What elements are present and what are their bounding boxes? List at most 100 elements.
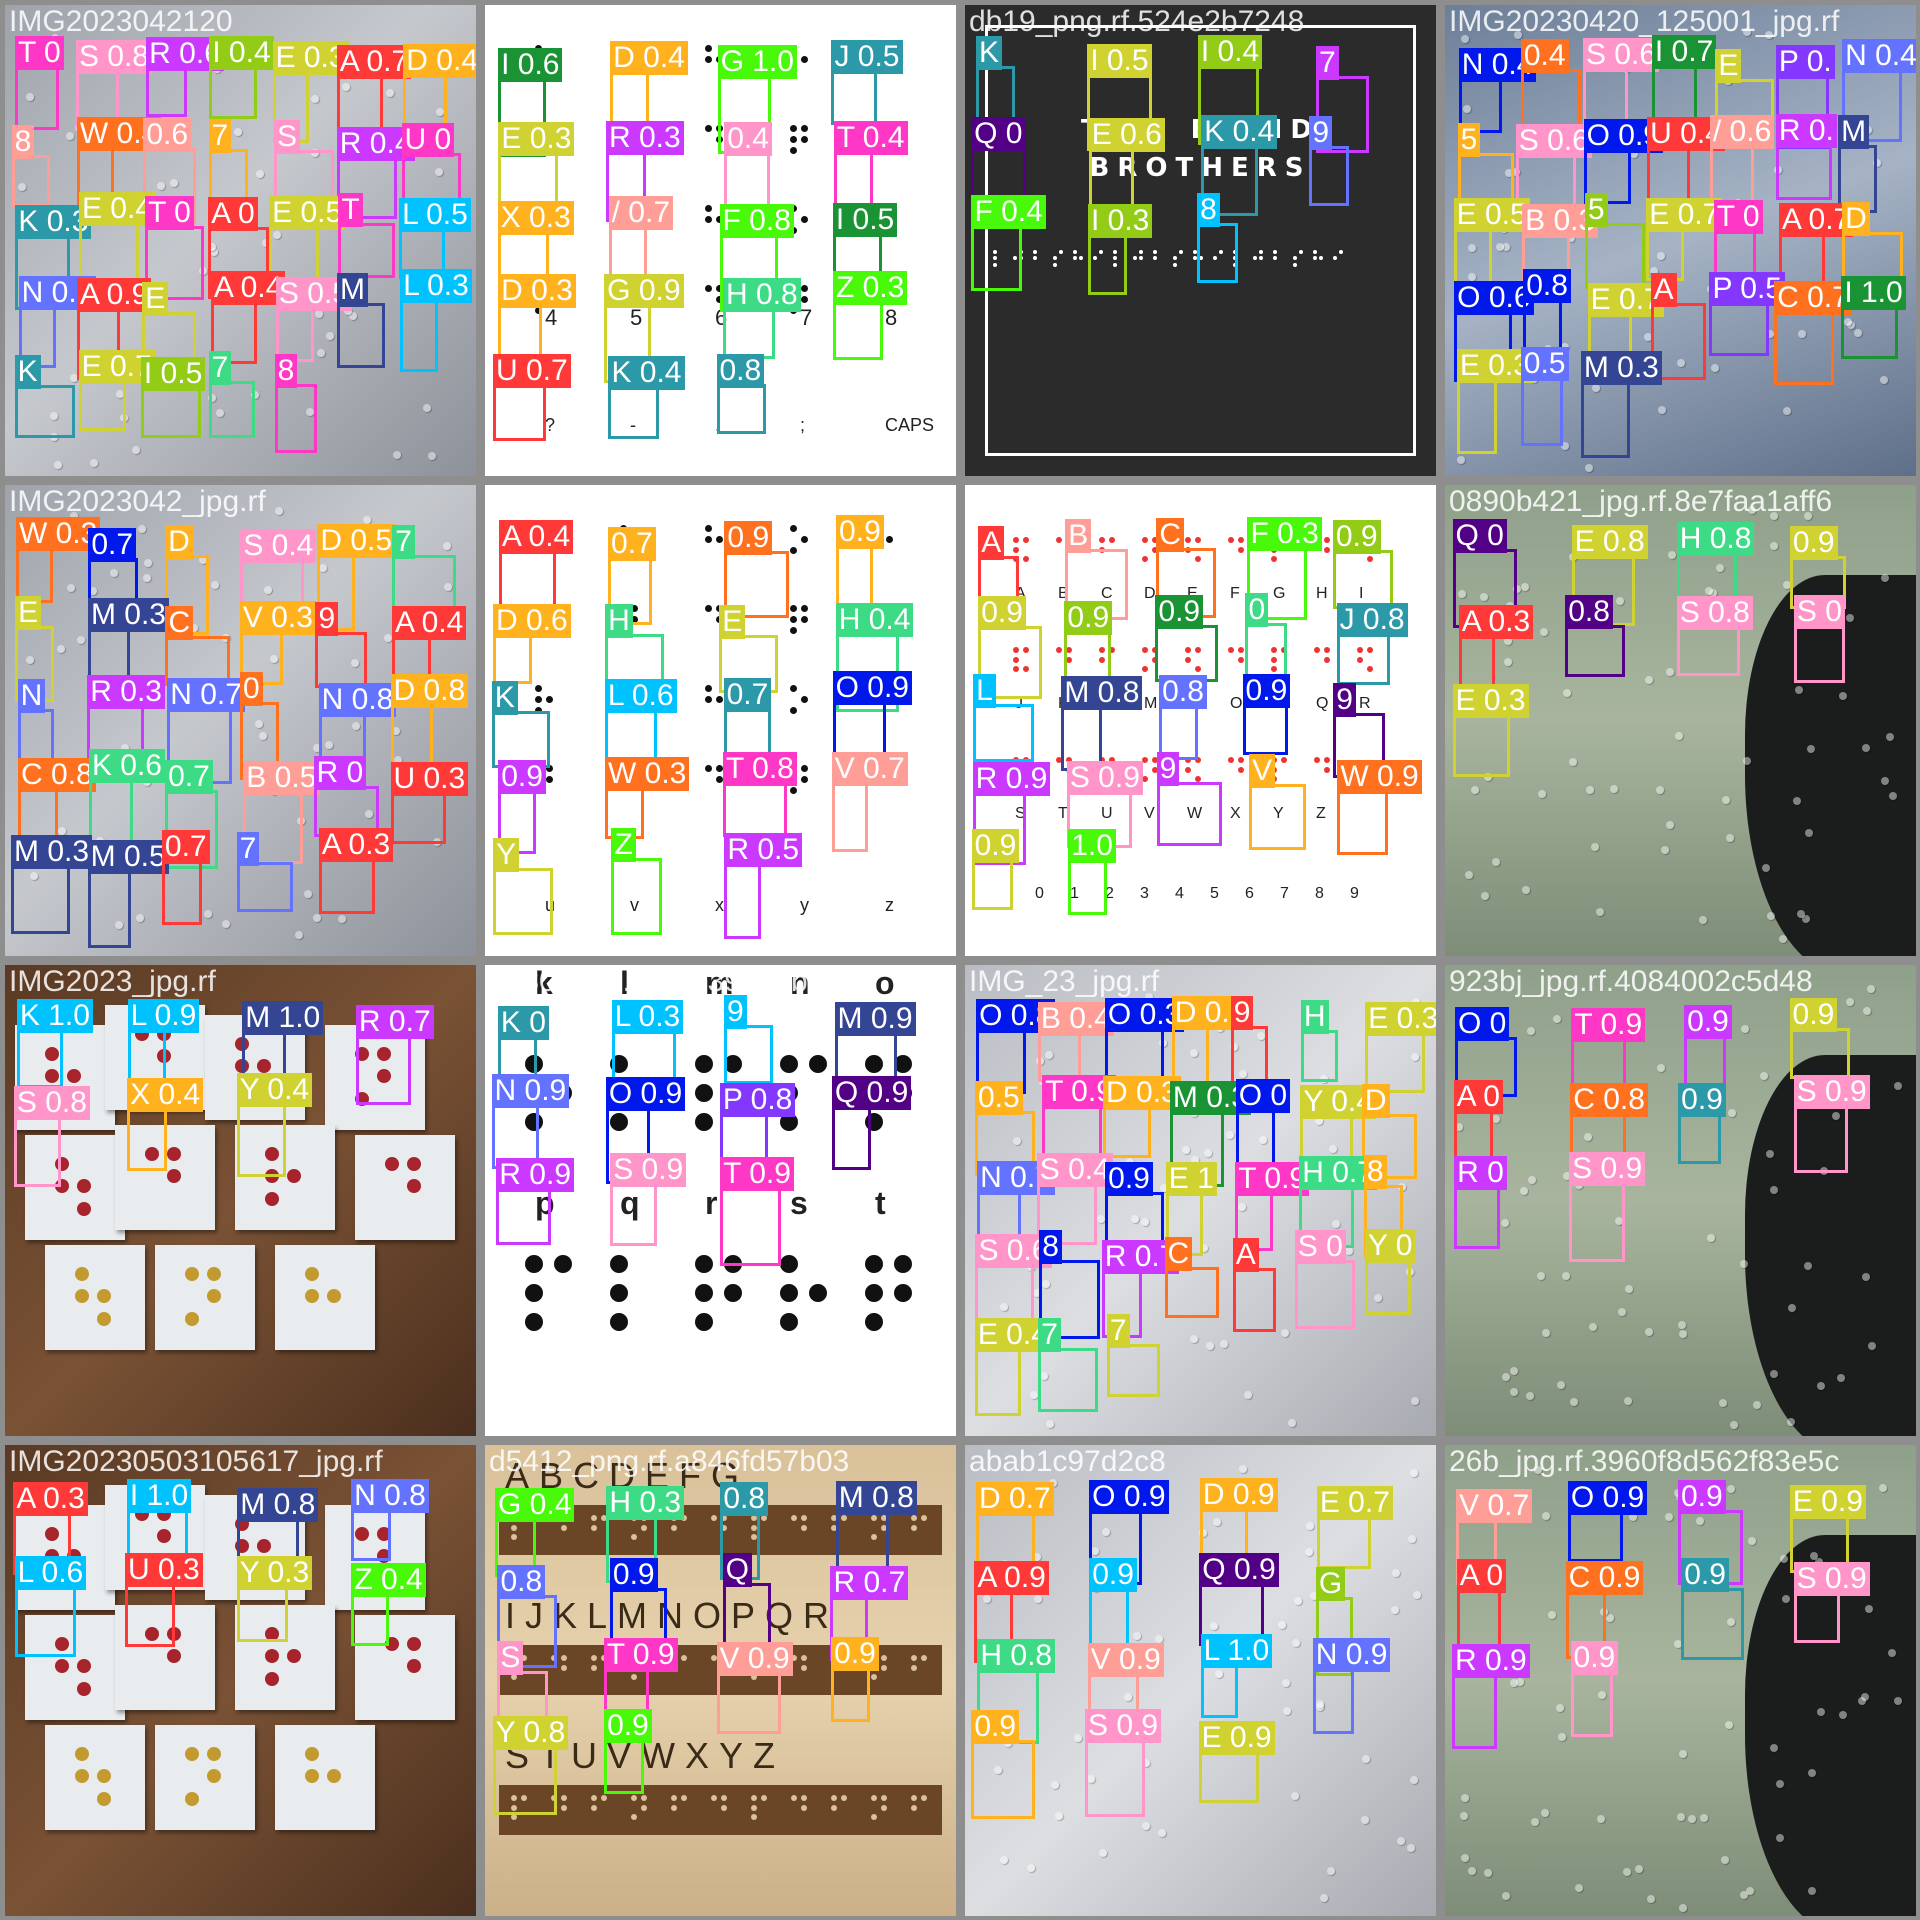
detection-label: A 0.9 xyxy=(974,1561,1049,1596)
detection-box xyxy=(87,870,131,948)
braille-dot xyxy=(1056,647,1062,653)
detection-box xyxy=(971,1739,1035,1820)
detection-label: L 0.9 xyxy=(127,999,200,1034)
braille-bump xyxy=(1807,1887,1816,1896)
detection-box xyxy=(78,380,127,432)
braille-bump xyxy=(1765,1149,1774,1158)
braille-bump xyxy=(310,94,319,103)
braille-dot xyxy=(75,1747,89,1761)
detection-label: T 0.9 xyxy=(720,1156,794,1191)
braille-bump xyxy=(1277,1620,1286,1629)
detection-label: O 0 xyxy=(1235,1078,1291,1113)
detection-box xyxy=(1678,1112,1721,1164)
braille-bump xyxy=(1878,1483,1887,1492)
detection-label: I 0.7 xyxy=(1651,35,1717,70)
detection-label: H xyxy=(1300,999,1329,1034)
braille-dot xyxy=(560,1664,567,1671)
detection-label: 0.7 xyxy=(723,677,772,712)
braille-bump xyxy=(1050,1781,1059,1790)
braille-dot xyxy=(1185,766,1191,773)
detection-label: 0.9 xyxy=(1155,594,1204,629)
detection-label: U 0.7 xyxy=(492,354,571,389)
detection-label: A 0 xyxy=(1456,1558,1507,1593)
detection-label: C xyxy=(1164,1236,1193,1271)
detection-box xyxy=(209,66,258,120)
braille-dot xyxy=(1108,537,1115,543)
detection-label: 5 xyxy=(1584,193,1608,228)
detection-label: S 0.8 xyxy=(75,39,152,74)
detection-label: L xyxy=(973,673,996,708)
braille-bump xyxy=(1589,1322,1598,1331)
detection-label: 0.9 xyxy=(1064,600,1113,635)
detection-label: 7 xyxy=(1316,45,1339,80)
detection-label: K xyxy=(14,354,41,389)
detection-box xyxy=(1569,1182,1626,1262)
braille-dot xyxy=(305,1769,319,1784)
detection-label: E 0.4 xyxy=(78,192,155,227)
braille-dot xyxy=(1033,250,1037,254)
braille-bump xyxy=(1326,1867,1335,1876)
detection-label: D 0.8 xyxy=(390,674,469,709)
braille-dot xyxy=(1228,537,1234,543)
braille-dot xyxy=(705,125,712,132)
braille-bump xyxy=(1677,1320,1686,1329)
detection-box xyxy=(1520,377,1563,446)
braille-dot xyxy=(97,1791,112,1806)
braille-dot xyxy=(265,1649,279,1664)
detection-box xyxy=(1793,1591,1840,1643)
detection-label: 0.7 xyxy=(165,760,213,795)
braille-bump xyxy=(1803,1262,1812,1271)
detection-label: U 0 xyxy=(401,122,455,157)
braille-dot xyxy=(305,1289,319,1304)
braille-dot xyxy=(1323,656,1330,663)
braille-bump xyxy=(1881,573,1890,582)
braille-dot xyxy=(920,1515,927,1521)
detection-box xyxy=(236,1103,286,1178)
detection-box xyxy=(355,1034,411,1105)
detection-label: Z 0.4 xyxy=(351,1562,426,1597)
braille-dot xyxy=(880,1795,887,1801)
detection-box xyxy=(1089,1588,1130,1649)
detection-label: W 0.3 xyxy=(604,757,690,792)
braille-bump xyxy=(57,644,66,653)
braille-bump xyxy=(1724,1721,1733,1730)
braille-bump xyxy=(392,451,401,460)
detection-label: A 0 xyxy=(1453,1079,1503,1114)
braille-dot xyxy=(911,1655,917,1661)
braille-dot xyxy=(800,1655,807,1661)
detection-label: 0.9 xyxy=(724,520,773,555)
detection-label: 0.9 xyxy=(609,1557,658,1592)
braille-bump xyxy=(1623,1867,1632,1876)
detection-label: T 0.9 xyxy=(1571,1007,1646,1042)
detection-label: C 0.7 xyxy=(1774,280,1852,315)
detection-label: V 0.7 xyxy=(831,751,908,786)
detection-label: K 0.6 xyxy=(88,749,165,784)
detection-box xyxy=(1775,144,1833,200)
detection-box xyxy=(1105,1192,1165,1247)
detection-label: E 0.7 xyxy=(1316,1486,1393,1521)
legend-label: 9 xyxy=(1350,885,1359,902)
braille-dot xyxy=(1237,757,1244,763)
detection-label: N xyxy=(17,679,46,714)
detection-label: 0.6 xyxy=(143,118,192,153)
braille-dot xyxy=(640,1804,647,1811)
detection-box xyxy=(1647,146,1691,202)
detection-label: Y xyxy=(493,838,520,873)
detection-label: 0.8 xyxy=(497,1564,546,1599)
detection-label: E xyxy=(142,281,169,316)
detection-label: D 0.9 xyxy=(1199,1478,1278,1513)
braille-dot xyxy=(97,1311,112,1326)
detection-box xyxy=(1580,381,1630,459)
legend-label: ; xyxy=(800,415,806,435)
detection-box xyxy=(974,1347,1022,1416)
detection-box xyxy=(492,633,533,685)
image-filename: IMG20230420_125001_jpg.rf xyxy=(1449,5,1840,38)
braille-bump xyxy=(89,458,98,467)
braille-dot xyxy=(1237,656,1244,663)
braille-bump xyxy=(1845,613,1854,622)
braille-dot xyxy=(77,1659,92,1674)
braille-dot xyxy=(1237,766,1244,773)
detection-label: N 0.7 xyxy=(167,677,245,712)
detection-box xyxy=(611,858,662,936)
detection-label: S 0.9 xyxy=(1066,760,1143,795)
